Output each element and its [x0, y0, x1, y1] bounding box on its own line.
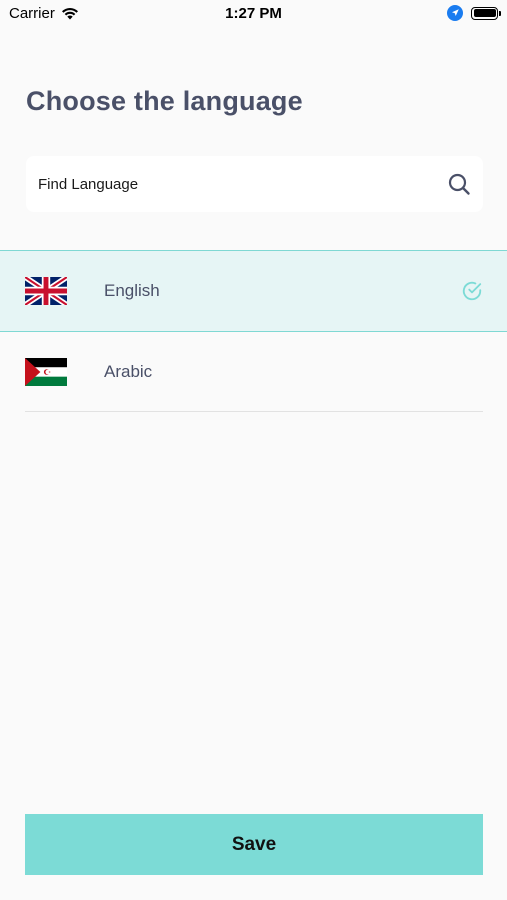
location-icon: [447, 5, 463, 21]
status-right: [447, 5, 501, 21]
language-row-english[interactable]: English: [0, 250, 507, 332]
battery-icon: [471, 6, 501, 20]
language-label: Arabic: [104, 362, 153, 381]
language-row-arabic[interactable]: Arabic: [0, 332, 507, 412]
divider: [25, 411, 483, 412]
status-time: 1:27 PM: [225, 5, 282, 22]
page-title: Choose the language: [26, 86, 303, 116]
arabic-flag-icon: [25, 358, 67, 386]
search-placeholder: Find Language: [38, 175, 139, 193]
status-bar: Carrier 1:27 PM: [0, 0, 507, 28]
check-circle-icon: [462, 281, 482, 301]
uk-flag-icon: [25, 277, 67, 305]
language-label: English: [104, 281, 160, 300]
search-input[interactable]: Find Language: [26, 156, 483, 212]
save-button[interactable]: Save: [25, 814, 483, 875]
search-icon[interactable]: [447, 172, 471, 196]
